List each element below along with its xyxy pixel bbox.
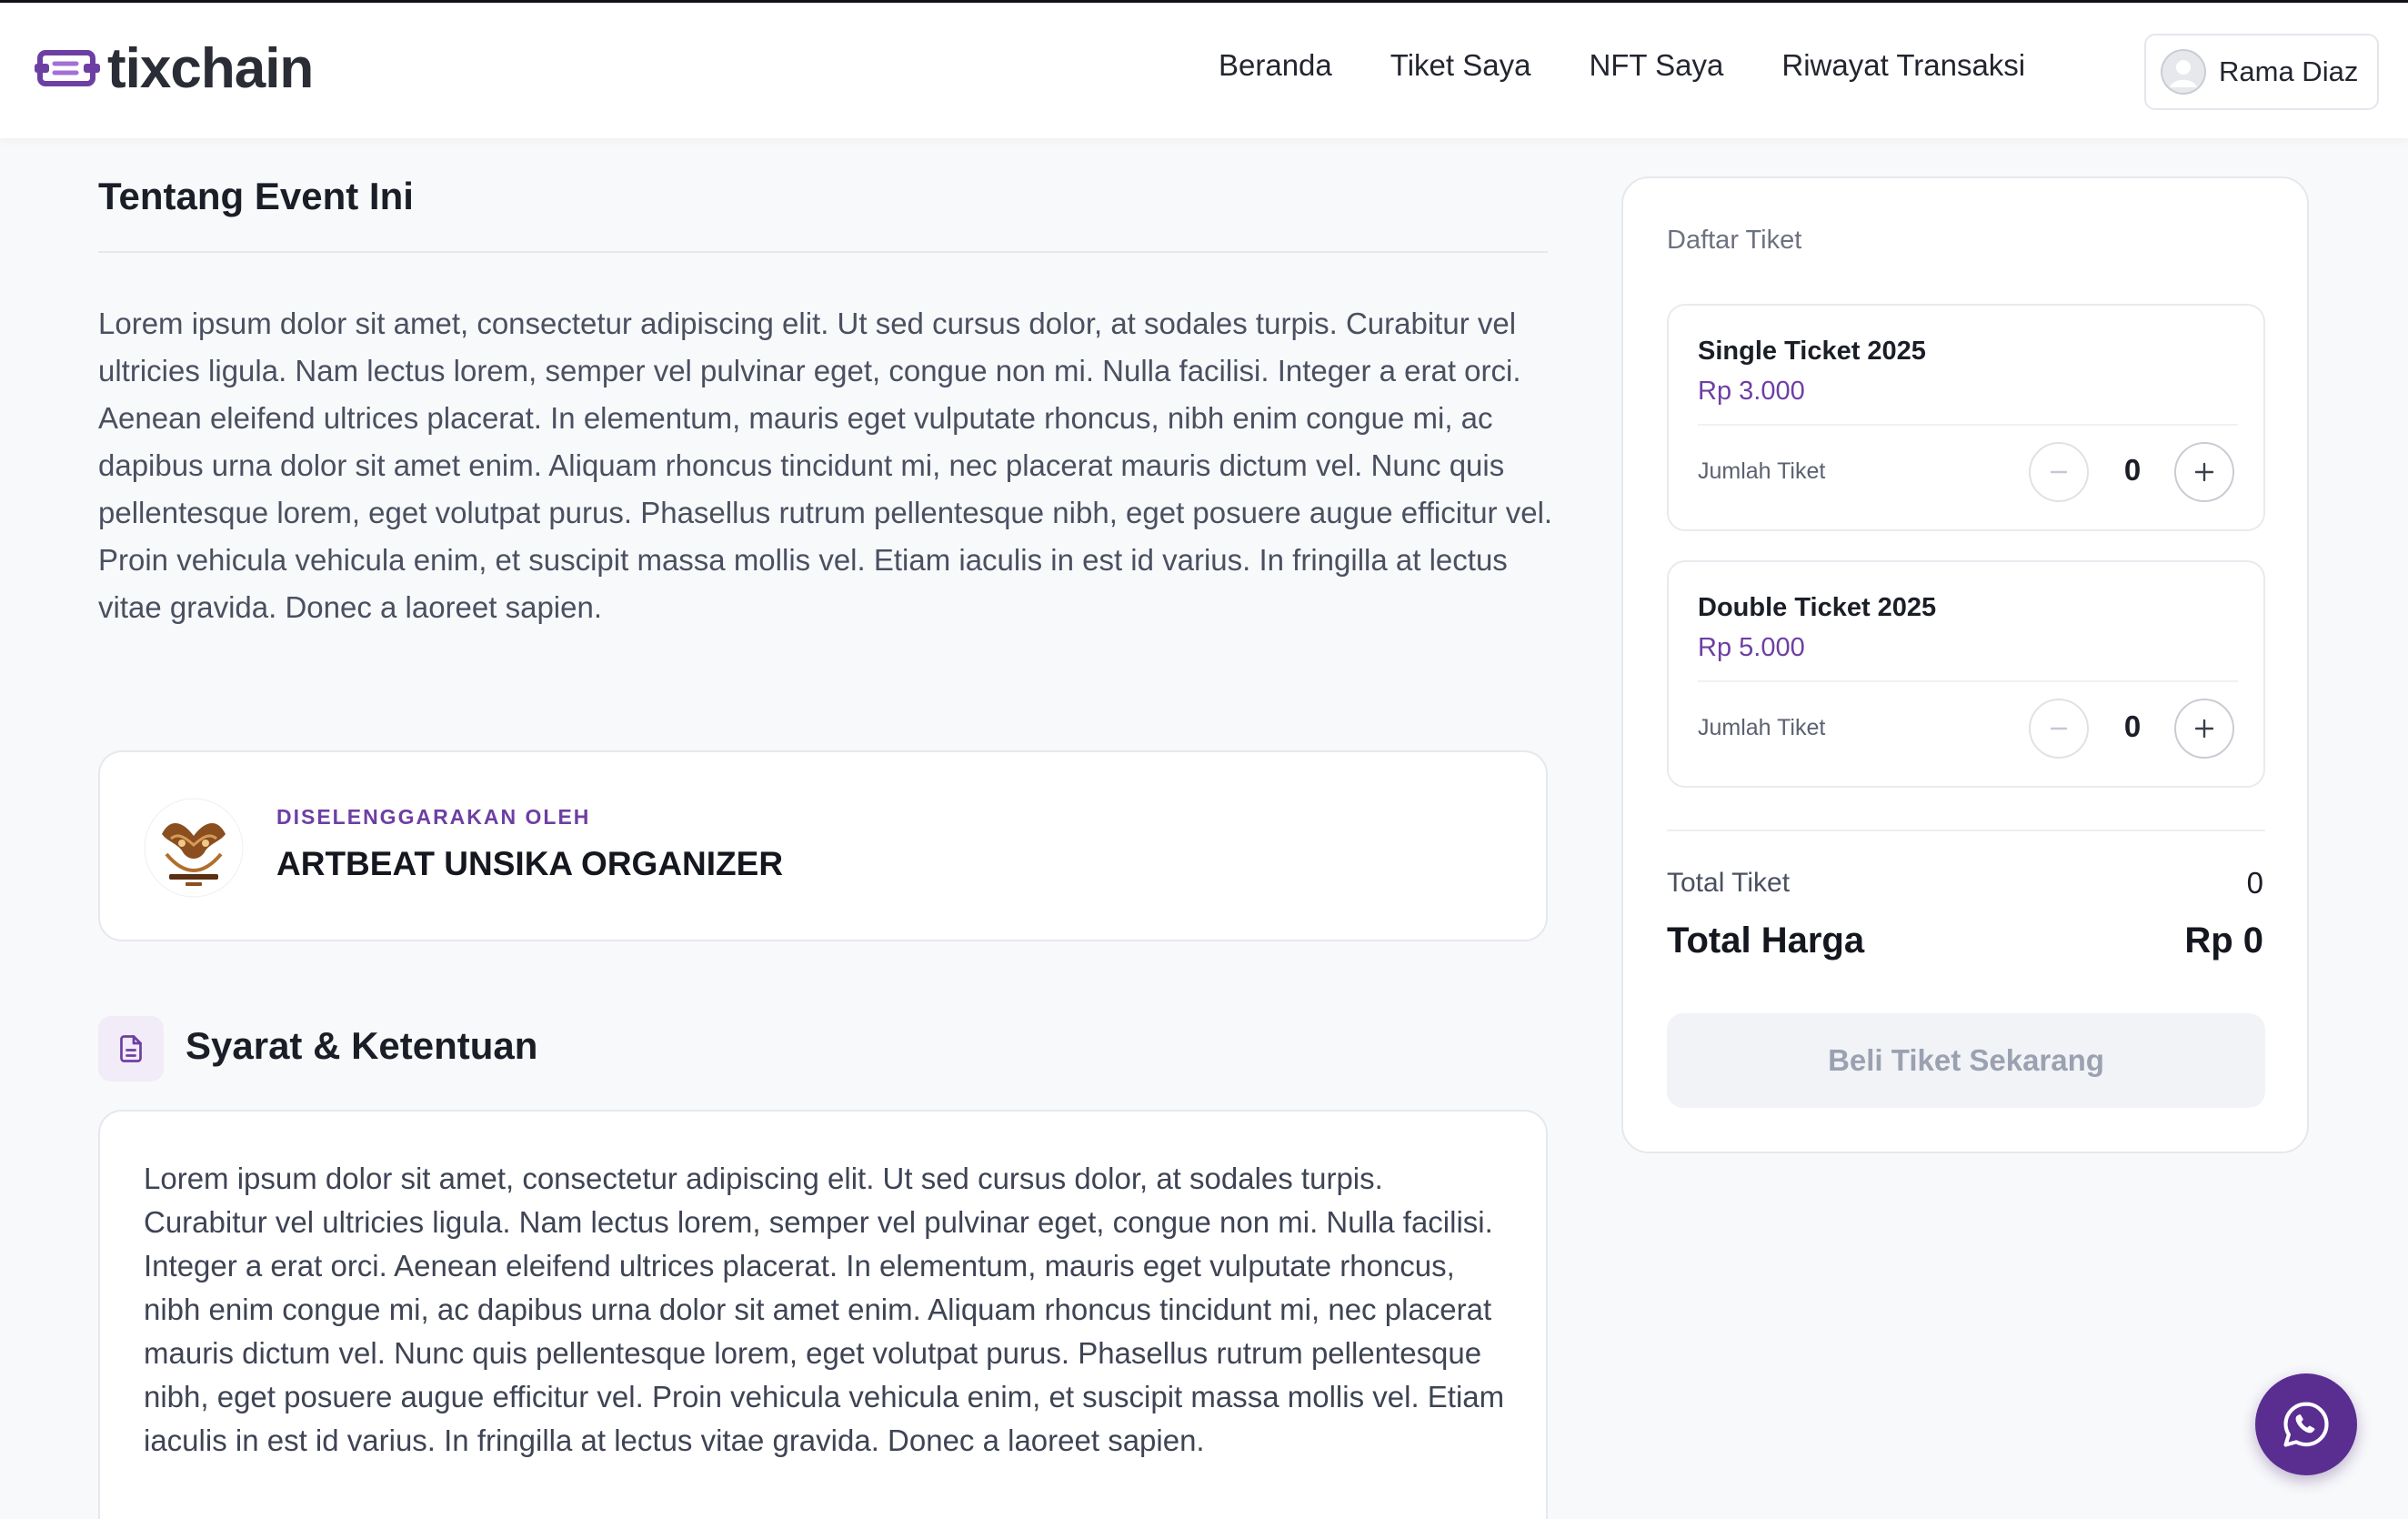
nav-link-tiket-saya[interactable]: Tiket Saya: [1390, 48, 1531, 83]
total-price-label: Total Harga: [1667, 920, 1865, 961]
minus-icon: [2050, 470, 2068, 474]
user-avatar-icon: [2161, 49, 2206, 95]
organizer-logo: [144, 798, 244, 898]
increase-quantity-button[interactable]: [2174, 442, 2234, 502]
ticket-divider: [1698, 680, 2238, 682]
total-price-value: Rp 0: [2184, 920, 2263, 961]
ticket-name: Double Ticket 2025: [1698, 593, 1937, 622]
brand-logo[interactable]: tixchain: [35, 37, 314, 100]
terms-title: Syarat & Ketentuan: [186, 1024, 538, 1067]
about-description: Lorem ipsum dolor sit amet, consectetur …: [98, 307, 1553, 624]
user-menu-button[interactable]: Rama Diaz: [2144, 34, 2379, 110]
plus-icon: [2194, 719, 2214, 739]
organizer-card: DISELENGGARAKAN OLEH ARTBEAT UNSIKA ORGA…: [98, 750, 1548, 941]
summary-divider: [1667, 830, 2265, 831]
quantity-label: Jumlah Tiket: [1698, 715, 1826, 740]
whatsapp-chat-button[interactable]: [2255, 1373, 2357, 1475]
plus-icon: [2194, 462, 2214, 482]
ticket-divider: [1698, 424, 2238, 426]
user-name: Rama Diaz: [2219, 55, 2359, 87]
nav-link-beranda[interactable]: Beranda: [1219, 48, 1332, 83]
nav-link-nft-saya[interactable]: NFT Saya: [1589, 48, 1723, 83]
ticket-list-title: Daftar Tiket: [1667, 226, 1802, 255]
quantity-label: Jumlah Tiket: [1698, 458, 1826, 484]
ticket-panel: Daftar Tiket Single Ticket 2025 Rp 3.000…: [1621, 176, 2309, 1153]
ticket-card: Double Ticket 2025 Rp 5.000 Jumlah Tiket…: [1667, 560, 2265, 788]
total-tickets-label: Total Tiket: [1667, 868, 1791, 898]
navbar: tixchain Beranda Tiket Saya NFT Saya Riw…: [0, 3, 2408, 138]
ticket-price: Rp 5.000: [1698, 633, 1805, 662]
decrease-quantity-button[interactable]: [2029, 442, 2089, 502]
ticket-name: Single Ticket 2025: [1698, 337, 1926, 366]
quantity-value: 0: [2123, 709, 2142, 743]
about-divider: [98, 251, 1548, 253]
whatsapp-icon: [2283, 1402, 2329, 1447]
nav-link-riwayat-transaksi[interactable]: Riwayat Transaksi: [1781, 48, 2025, 83]
quantity-value: 0: [2123, 453, 2142, 487]
ticket-chain-icon: [35, 50, 100, 86]
organizer-name: ARTBEAT UNSIKA ORGANIZER: [276, 845, 784, 882]
terms-card: Lorem ipsum dolor sit amet, consectetur …: [98, 1110, 1548, 1519]
main-nav: Beranda Tiket Saya NFT Saya Riwayat Tran…: [1219, 48, 2025, 83]
ticket-card: Single Ticket 2025 Rp 3.000 Jumlah Tiket…: [1667, 304, 2265, 531]
about-title: Tentang Event Ini: [98, 175, 414, 217]
total-tickets-value: 0: [2246, 866, 2263, 900]
terms-text: Lorem ipsum dolor sit amet, consectetur …: [144, 1162, 1505, 1457]
document-icon: [98, 1016, 164, 1081]
ticket-price: Rp 3.000: [1698, 377, 1805, 406]
buy-ticket-button[interactable]: Beli Tiket Sekarang: [1667, 1013, 2265, 1108]
organizer-label: DISELENGGARAKAN OLEH: [276, 805, 591, 829]
increase-quantity-button[interactable]: [2174, 699, 2234, 759]
brand-name: tixchain: [107, 36, 314, 100]
decrease-quantity-button[interactable]: [2029, 699, 2089, 759]
minus-icon: [2050, 727, 2068, 730]
